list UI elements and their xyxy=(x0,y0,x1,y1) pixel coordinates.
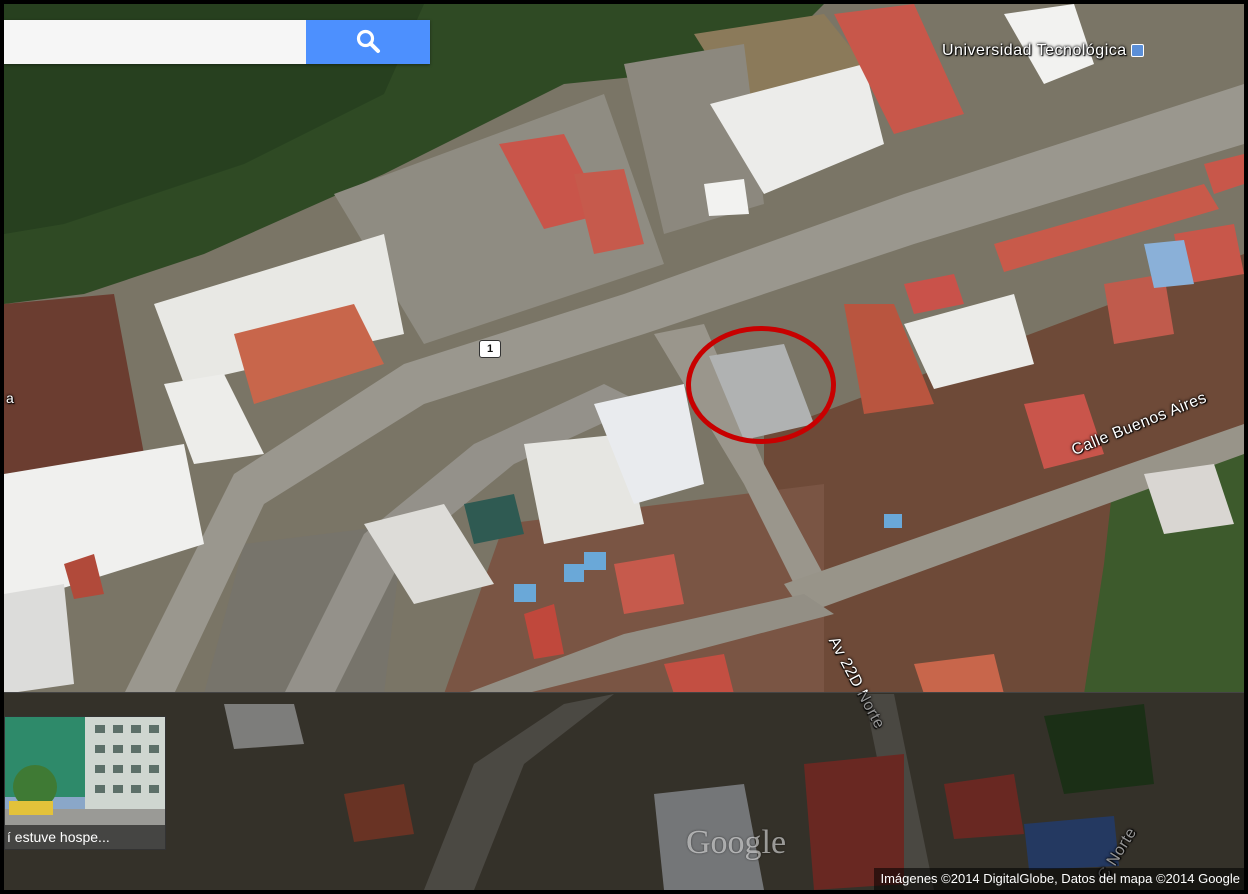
highlight-circle-annotation xyxy=(686,326,836,444)
search-bar xyxy=(4,20,430,64)
search-button[interactable] xyxy=(306,20,430,64)
street-view-strip[interactable] xyxy=(4,692,1244,890)
google-watermark-logo: Google xyxy=(686,824,787,861)
street-view-caption: í estuve hospe... xyxy=(5,825,165,849)
street-view-thumbnail[interactable]: í estuve hospe... xyxy=(4,716,166,850)
school-icon xyxy=(1130,44,1144,58)
street-label-fragment: a xyxy=(6,390,15,406)
route-shield-1: 1 xyxy=(479,340,501,358)
map-viewport[interactable]: Universidad Tecnológica Calle Buenos Air… xyxy=(4,4,1244,890)
poi-label-university[interactable]: Universidad Tecnológica xyxy=(942,42,1144,60)
search-input[interactable] xyxy=(4,20,306,64)
poi-label-text: Universidad Tecnológica xyxy=(942,42,1127,59)
map-attribution[interactable]: Imágenes ©2014 DigitalGlobe, Datos del m… xyxy=(874,868,1244,890)
search-icon xyxy=(355,28,381,57)
